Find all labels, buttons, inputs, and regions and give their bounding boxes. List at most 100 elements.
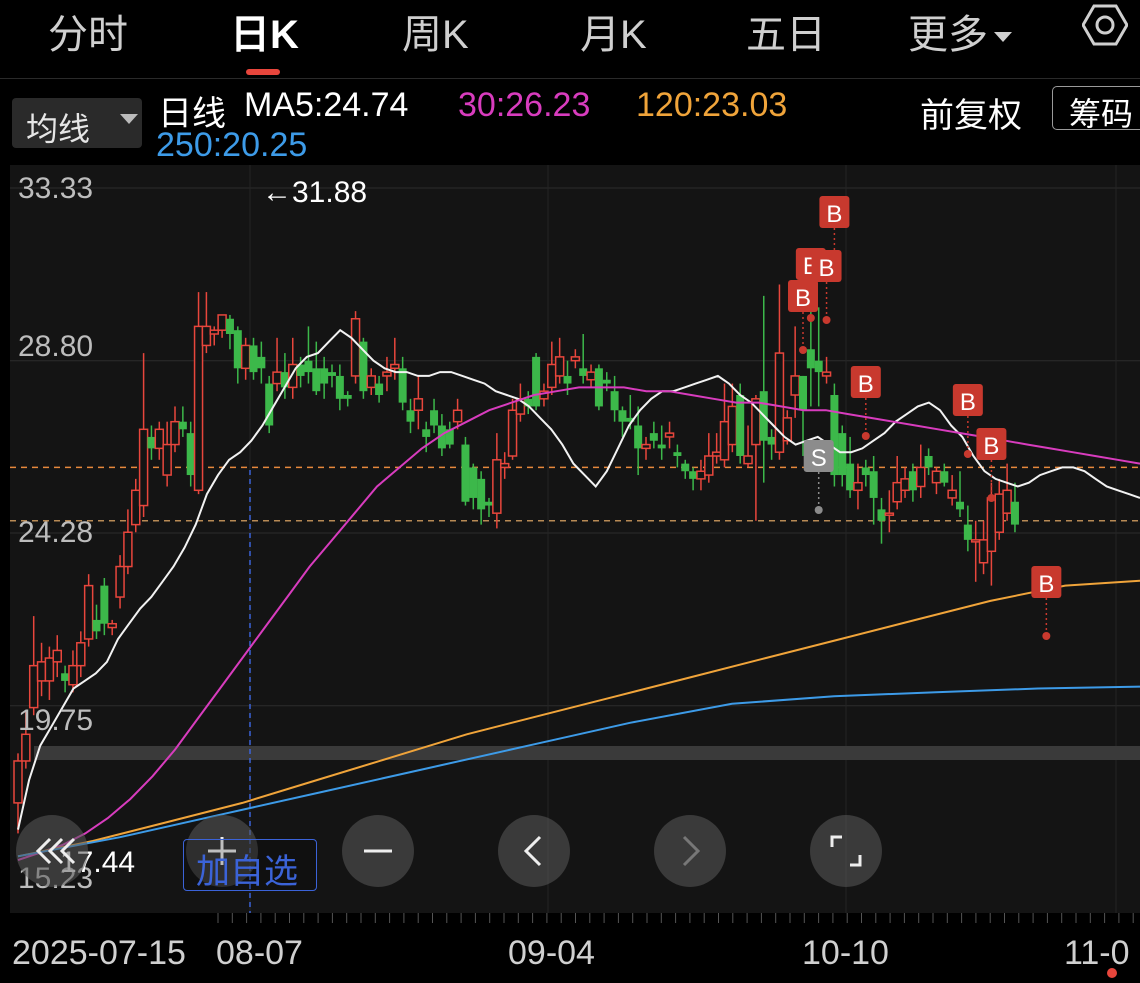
minus-icon <box>364 849 392 853</box>
candle-body <box>178 421 187 430</box>
candle-body <box>986 497 997 553</box>
fullscreen-button[interactable] <box>810 815 882 887</box>
candle-body <box>186 433 195 476</box>
candle-body <box>375 383 384 395</box>
candle-body <box>799 375 807 411</box>
candle-body <box>563 375 572 384</box>
candle-body <box>398 368 407 403</box>
candle-body <box>209 329 219 335</box>
candle-body <box>240 344 251 370</box>
candle-body <box>328 372 336 376</box>
signal-dot <box>806 314 815 322</box>
candle-body <box>853 481 863 492</box>
candle-body <box>641 443 651 450</box>
candle-body <box>846 463 855 491</box>
candle-body <box>233 330 242 369</box>
candle-body <box>335 375 344 399</box>
candle-body <box>767 436 776 445</box>
candle-body <box>21 733 31 762</box>
candlestick-chart: BBBBSBBBB <box>10 165 1140 923</box>
candle-body <box>350 318 361 377</box>
candle-body <box>532 356 541 407</box>
candle-body <box>908 471 917 491</box>
candle-body <box>719 420 730 461</box>
candle-body <box>123 531 133 568</box>
candle-body <box>877 509 886 521</box>
candle-body <box>217 314 227 331</box>
candle-body <box>696 470 706 480</box>
candle-body <box>673 452 682 456</box>
candle-body <box>861 467 870 476</box>
candle-body <box>193 325 204 492</box>
candle-body <box>634 425 643 449</box>
candle-body <box>774 352 785 453</box>
signal-label: B <box>819 255 835 282</box>
candle-body <box>61 673 70 681</box>
candle-body <box>570 356 581 362</box>
candle-body <box>681 463 690 472</box>
candle-body <box>978 539 989 564</box>
signal-dot <box>963 450 972 458</box>
candle-body <box>900 478 910 492</box>
candle-body <box>201 325 212 347</box>
signal-label: B <box>1038 571 1054 598</box>
signal-label: B <box>826 201 842 228</box>
x-tick-label: 10-10 <box>802 934 889 972</box>
candle-body <box>76 642 86 667</box>
x-tick-label: 09-04 <box>508 934 595 972</box>
candle-body <box>131 489 141 526</box>
candle-body <box>579 368 588 376</box>
signal-dot <box>987 494 996 502</box>
candle-body <box>492 459 502 514</box>
candle-body <box>947 489 957 499</box>
candle-body <box>100 585 109 624</box>
signal-label: B <box>795 285 811 312</box>
candle-body <box>790 375 800 396</box>
ma30-line <box>17 386 1140 862</box>
y-tick-label: 19.75 <box>18 704 94 737</box>
candle-body <box>13 760 23 804</box>
collapse-left-button[interactable] <box>16 815 88 887</box>
add-favorite-button[interactable]: 加自选 <box>183 839 317 891</box>
candle-body <box>477 478 486 510</box>
zoom-out-button[interactable] <box>342 815 414 887</box>
y-tick-label: 28.80 <box>18 330 94 363</box>
candle-body <box>1010 501 1019 525</box>
signal-label: B <box>858 371 874 398</box>
scroll-band <box>34 746 1140 760</box>
x-tick-label: 2025-07-15 <box>12 934 186 972</box>
candle-body <box>36 661 47 682</box>
candle-body <box>664 432 675 438</box>
next-button[interactable] <box>654 815 726 887</box>
signal-dot <box>861 432 870 440</box>
chevron-left-icon <box>523 835 542 867</box>
y-tick-label: 24.28 <box>18 516 94 549</box>
candle-body <box>257 356 266 369</box>
fullscreen-icon <box>830 835 862 867</box>
chevron-right-icon <box>682 835 701 867</box>
candle-body <box>92 619 101 632</box>
candle-body <box>170 420 180 446</box>
x-tick-label: 08-07 <box>216 934 303 972</box>
candle-body <box>821 371 832 377</box>
candle-body <box>68 664 78 686</box>
candle-body <box>138 428 149 507</box>
signal-dot <box>1042 632 1051 640</box>
current-position-dot <box>1107 968 1117 978</box>
candle-body <box>312 368 321 392</box>
candle-body <box>586 371 596 381</box>
candle-body <box>711 451 722 457</box>
candle-body <box>343 395 352 399</box>
candle-body <box>657 444 666 449</box>
candle-body <box>52 649 62 663</box>
candle-body <box>956 501 964 510</box>
candle-body <box>618 410 627 422</box>
candle-body <box>272 371 282 385</box>
candle-body <box>547 363 557 389</box>
candle-body <box>994 493 1004 533</box>
candle-body <box>924 455 933 468</box>
signal-dot <box>799 346 807 354</box>
candle-body <box>499 462 510 469</box>
double-chevron-left-icon <box>35 837 76 865</box>
prev-button[interactable] <box>498 815 570 887</box>
